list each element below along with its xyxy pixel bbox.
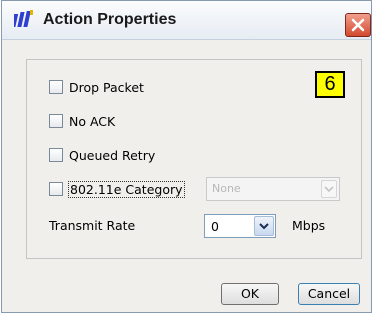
category-select: None: [206, 177, 340, 201]
category-select-value: None: [212, 182, 241, 195]
transmit-rate-select[interactable]: 0: [204, 214, 276, 238]
no-ack-checkbox[interactable]: [49, 114, 63, 128]
queued-retry-checkbox[interactable]: [49, 148, 63, 162]
drop-packet-label: Drop Packet: [69, 80, 144, 95]
category-label: 802.11e Category: [68, 181, 185, 198]
cancel-button[interactable]: Cancel: [298, 283, 360, 305]
drop-packet-checkbox[interactable]: [49, 80, 63, 94]
step-number-badge: 6: [315, 71, 345, 98]
title-bar: Action Properties: [2, 1, 371, 40]
chevron-down-icon: [321, 180, 337, 198]
app-logo-icon: [11, 10, 36, 28]
action-properties-dialog: Action Properties 6 Drop Packet No ACK Q…: [1, 0, 372, 313]
transmit-rate-unit: Mbps: [292, 218, 326, 233]
dialog-title: Action Properties: [43, 11, 177, 28]
no-ack-label: No ACK: [69, 114, 116, 129]
category-checkbox[interactable]: [49, 182, 63, 196]
transmit-rate-value: 0: [211, 219, 219, 234]
close-button[interactable]: [345, 13, 371, 37]
ok-button[interactable]: OK: [221, 283, 279, 305]
chevron-down-icon[interactable]: [254, 216, 274, 236]
transmit-rate-label: Transmit Rate: [49, 218, 136, 233]
queued-retry-label: Queued Retry: [69, 148, 156, 163]
